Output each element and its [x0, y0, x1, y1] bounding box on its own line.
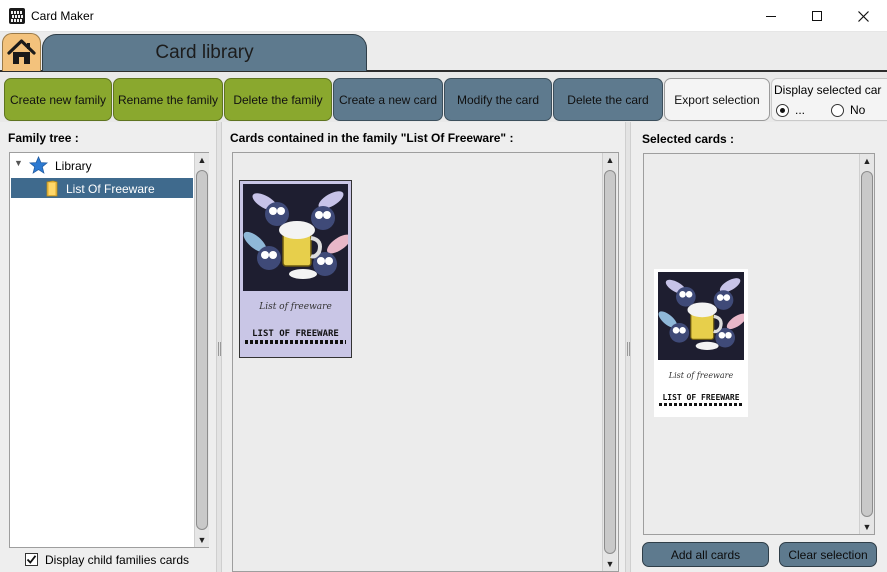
card-dots — [245, 340, 346, 344]
selected-scroll-thumb[interactable] — [861, 171, 873, 517]
app-icon — [9, 8, 25, 24]
checkmark-icon — [26, 555, 37, 564]
tab-card-library[interactable]: Card library — [42, 34, 367, 71]
delete-family-button[interactable]: Delete the family — [224, 78, 332, 121]
selected-card-dots — [659, 403, 743, 406]
scroll-up-icon[interactable]: ▲ — [195, 153, 209, 167]
maximize-icon — [812, 11, 822, 21]
display-selected-group: Display selected car ... No — [771, 78, 887, 121]
cards-scroll-thumb[interactable] — [604, 170, 616, 554]
minimize-button[interactable] — [748, 0, 794, 32]
display-selected-no-radio[interactable] — [831, 104, 844, 117]
tree-scroll-thumb[interactable] — [196, 170, 208, 530]
family-tree-title: Family tree : — [8, 131, 79, 145]
maximize-button[interactable] — [794, 0, 840, 32]
close-button[interactable] — [840, 0, 886, 32]
scroll-down-icon[interactable]: ▼ — [860, 520, 874, 534]
display-selected-no-label: No — [850, 103, 866, 117]
tree-expand-toggle[interactable]: ▼ — [14, 158, 23, 168]
create-card-button[interactable]: Create a new card — [333, 78, 443, 121]
card-caption: List of freeware — [259, 302, 332, 312]
selected-card-list-of-freeware[interactable]: List of freeware LIST OF FREEWARE — [654, 269, 748, 417]
scroll-up-icon[interactable]: ▲ — [860, 154, 874, 168]
export-selection-button[interactable]: Export selection — [664, 78, 770, 121]
display-child-checkbox[interactable] — [25, 553, 38, 566]
add-all-cards-button[interactable]: Add all cards — [642, 542, 769, 567]
splitter-grip — [627, 342, 630, 356]
splitter-grip — [218, 342, 221, 356]
card-artwork — [243, 184, 351, 291]
tree-scrollbar[interactable]: ▲ ▼ — [194, 153, 209, 547]
scroll-down-icon[interactable]: ▼ — [603, 557, 617, 571]
home-icon — [7, 39, 36, 64]
tree-item-list-of-freeware-label: List Of Freeware — [66, 182, 155, 196]
modify-card-button[interactable]: Modify the card — [444, 78, 552, 121]
minimize-icon — [766, 15, 776, 17]
card-illustration-icon — [658, 278, 747, 350]
splitter-left[interactable] — [216, 122, 222, 572]
card-illustration-icon — [243, 191, 351, 279]
delete-card-button[interactable]: Delete the card — [553, 78, 663, 121]
title-bar: Card Maker — [0, 0, 887, 32]
create-family-button[interactable]: Create new family — [4, 78, 112, 121]
window-title: Card Maker — [31, 9, 94, 23]
selected-card-name: LIST OF FREEWARE — [662, 393, 740, 402]
card-list-of-freeware[interactable]: List of freeware LIST OF FREEWARE — [239, 180, 352, 358]
tree-item-library[interactable]: Library — [55, 159, 92, 173]
family-tree[interactable] — [9, 152, 209, 548]
selected-scrollbar[interactable]: ▲ ▼ — [859, 154, 874, 534]
splitter-right[interactable] — [625, 122, 631, 572]
cards-panel-title: Cards contained in the family "List Of F… — [230, 131, 514, 145]
close-icon — [857, 10, 869, 22]
display-selected-yes-label: ... — [795, 103, 806, 117]
display-selected-label: Display selected car — [774, 83, 882, 97]
selected-card-caption: List of freeware — [668, 371, 734, 380]
scroll-up-icon[interactable]: ▲ — [603, 153, 617, 167]
folder-icon — [46, 180, 58, 197]
display-child-label: Display child families cards — [45, 553, 190, 567]
tab-home[interactable] — [2, 33, 41, 71]
star-icon — [29, 156, 48, 174]
card-name: LIST OF FREEWARE — [252, 329, 339, 339]
tab-card-library-label: Card library — [155, 42, 254, 63]
selected-panel-title: Selected cards : — [642, 132, 735, 146]
cards-scrollbar[interactable]: ▲ ▼ — [602, 153, 617, 571]
clear-selection-button[interactable]: Clear selection — [779, 542, 877, 567]
scroll-down-icon[interactable]: ▼ — [195, 533, 209, 547]
card-artwork — [658, 272, 747, 360]
rename-family-button[interactable]: Rename the family — [113, 78, 223, 121]
display-selected-yes-radio[interactable] — [776, 104, 789, 117]
